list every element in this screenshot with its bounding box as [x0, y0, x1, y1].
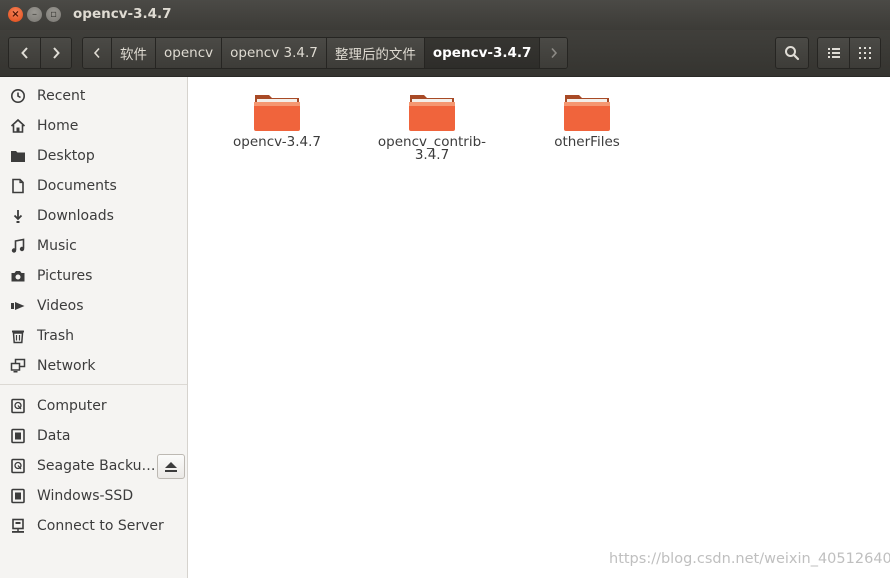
view-switcher — [817, 37, 881, 69]
file-view: opencv-3.4.7 opencv_contrib- 3.4.7 other… — [189, 77, 890, 578]
drive-icon — [10, 458, 26, 474]
toolbar: 软件 opencv opencv 3.4.7 整理后的文件 opencv-3.4… — [0, 30, 890, 77]
sidebar-item-label: Music — [37, 238, 77, 254]
sidebar-item-label: Connect to Server — [37, 518, 164, 534]
sidebar-item-home[interactable]: Home — [0, 112, 187, 140]
title-bar: × – ▫ opencv-3.4.7 — [0, 0, 890, 30]
desktop-folder-icon — [10, 148, 26, 164]
document-icon — [10, 178, 26, 194]
file-name: otherFiles — [554, 134, 620, 150]
sidebar-item-label: Videos — [37, 298, 84, 314]
chip-drive-icon — [10, 428, 26, 444]
home-icon — [10, 118, 26, 134]
window-title: opencv-3.4.7 — [73, 6, 172, 22]
history-nav — [8, 37, 72, 69]
sidebar-item-trash[interactable]: Trash — [0, 322, 187, 350]
watermark-text: https://blog.csdn.net/weixin_40512640 — [609, 551, 890, 567]
trash-icon — [10, 328, 26, 344]
maximize-window-button[interactable]: ▫ — [46, 7, 61, 22]
folder-icon — [564, 95, 610, 131]
sidebar-item-seagate-backup[interactable]: Seagate Backu… — [0, 452, 187, 480]
sidebar-item-recent[interactable]: Recent — [0, 82, 187, 110]
breadcrumb: 软件 opencv opencv 3.4.7 整理后的文件 opencv-3.4… — [82, 37, 569, 69]
sidebar-item-label: Seagate Backu… — [37, 458, 156, 474]
sidebar-item-label: Documents — [37, 178, 117, 194]
sidebar-item-pictures[interactable]: Pictures — [0, 262, 187, 290]
sidebar-item-connect-to-server[interactable]: Connect to Server — [0, 512, 187, 540]
folder-item[interactable]: opencv_contrib- 3.4.7 — [367, 92, 497, 162]
chip-drive-icon — [10, 488, 26, 504]
sidebar-item-label: Pictures — [37, 268, 93, 284]
sidebar-item-label: Network — [37, 358, 96, 374]
sidebar-item-computer[interactable]: Computer — [0, 392, 187, 420]
video-icon — [10, 298, 26, 314]
minimize-icon: – — [32, 8, 37, 20]
sidebar-item-data[interactable]: Data — [0, 422, 187, 450]
camera-icon — [10, 268, 26, 284]
sidebar-item-label: Downloads — [37, 208, 114, 224]
file-name: opencv-3.4.7 — [233, 134, 321, 150]
folder-item[interactable]: otherFiles — [522, 92, 652, 149]
folder-icon — [254, 95, 300, 131]
sidebar-item-music[interactable]: Music — [0, 232, 187, 260]
sidebar-item-desktop[interactable]: Desktop — [0, 142, 187, 170]
chevron-left-icon — [20, 47, 28, 59]
breadcrumb-item-software[interactable]: 软件 — [111, 38, 155, 68]
sidebar-divider — [0, 384, 187, 385]
breadcrumb-item-opencv[interactable]: opencv — [155, 38, 222, 68]
search-button[interactable] — [775, 37, 809, 69]
clock-icon — [10, 88, 26, 104]
sidebar-item-label: Trash — [37, 328, 74, 344]
drive-icon — [10, 398, 26, 414]
list-view-icon — [827, 48, 840, 58]
sidebar-item-label: Home — [37, 118, 79, 134]
sidebar-item-label: Recent — [37, 88, 86, 104]
music-icon — [10, 238, 26, 254]
chevron-left-icon — [93, 47, 100, 59]
sidebar-item-label: Desktop — [37, 148, 95, 164]
sidebar: Recent Home Desktop Documents Downloads … — [0, 77, 188, 578]
close-window-button[interactable]: × — [8, 7, 23, 22]
minimize-window-button[interactable]: – — [27, 7, 42, 22]
list-view-button[interactable] — [818, 38, 849, 68]
breadcrumb-scroll-right[interactable] — [539, 38, 568, 68]
sidebar-item-network[interactable]: Network — [0, 352, 187, 380]
breadcrumb-item-current[interactable]: opencv-3.4.7 — [423, 38, 540, 68]
back-button[interactable] — [9, 38, 40, 68]
breadcrumb-item-organized-files[interactable]: 整理后的文件 — [325, 38, 424, 68]
sidebar-item-label: Data — [37, 428, 71, 444]
eject-icon — [165, 461, 177, 472]
download-icon — [10, 208, 26, 224]
folder-item[interactable]: opencv-3.4.7 — [212, 92, 342, 149]
folder-icon — [409, 95, 455, 131]
sidebar-item-videos[interactable]: Videos — [0, 292, 187, 320]
search-icon — [785, 46, 800, 61]
close-icon: × — [11, 8, 20, 20]
grid-view-icon — [859, 47, 871, 59]
chevron-right-icon — [53, 47, 60, 59]
maximize-icon: ▫ — [50, 8, 57, 20]
file-name: opencv_contrib- 3.4.7 — [377, 134, 487, 163]
sidebar-item-documents[interactable]: Documents — [0, 172, 187, 200]
grid-view-button[interactable] — [849, 38, 880, 68]
sidebar-item-label: Computer — [37, 398, 107, 414]
breadcrumb-item-opencv-347[interactable]: opencv 3.4.7 — [221, 38, 326, 68]
forward-button[interactable] — [40, 38, 71, 68]
network-icon — [10, 358, 26, 374]
chevron-right-icon — [551, 47, 557, 59]
breadcrumb-scroll-left[interactable] — [83, 38, 111, 68]
sidebar-item-downloads[interactable]: Downloads — [0, 202, 187, 230]
eject-button[interactable] — [157, 454, 185, 479]
sidebar-item-label: Windows-SSD — [37, 488, 134, 504]
server-icon — [10, 518, 26, 534]
sidebar-item-windows-ssd[interactable]: Windows-SSD — [0, 482, 187, 510]
